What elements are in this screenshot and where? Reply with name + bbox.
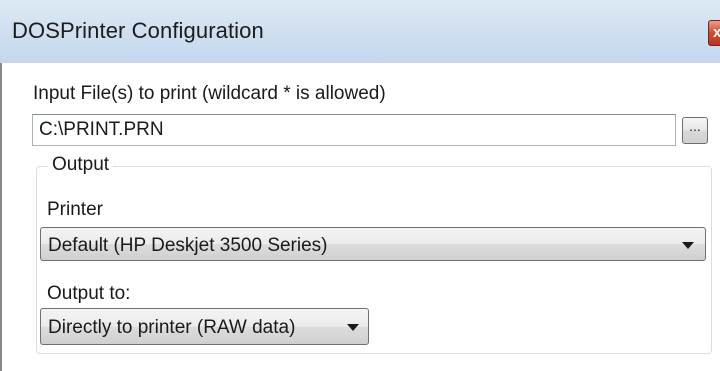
output-group-legend: Output	[48, 154, 114, 176]
window-title: DOSPrinter Configuration	[12, 18, 264, 43]
ellipsis-icon: ...	[689, 118, 701, 134]
chevron-down-icon	[682, 242, 694, 249]
title-bar[interactable]: DOSPrinter Configuration x	[0, 0, 720, 63]
output-to-label: Output to:	[47, 283, 131, 304]
output-to-selected-value: Directly to printer (RAW data)	[48, 317, 296, 338]
printer-selected-value: Default (HP Deskjet 3500 Series)	[48, 235, 328, 256]
browse-button[interactable]: ...	[682, 117, 708, 144]
printer-label: Printer	[47, 199, 103, 220]
chevron-down-icon	[347, 324, 359, 331]
dosprinter-config-window: DOSPrinter Configuration x Input File(s)…	[0, 0, 720, 371]
input-files-field[interactable]	[32, 114, 676, 146]
close-button[interactable]: x	[708, 20, 720, 46]
close-icon: x	[713, 24, 720, 41]
printer-dropdown[interactable]: Default (HP Deskjet 3500 Series)	[40, 227, 706, 261]
output-to-dropdown[interactable]: Directly to printer (RAW data)	[40, 308, 369, 345]
input-files-label: Input File(s) to print (wildcard * is al…	[33, 83, 386, 104]
